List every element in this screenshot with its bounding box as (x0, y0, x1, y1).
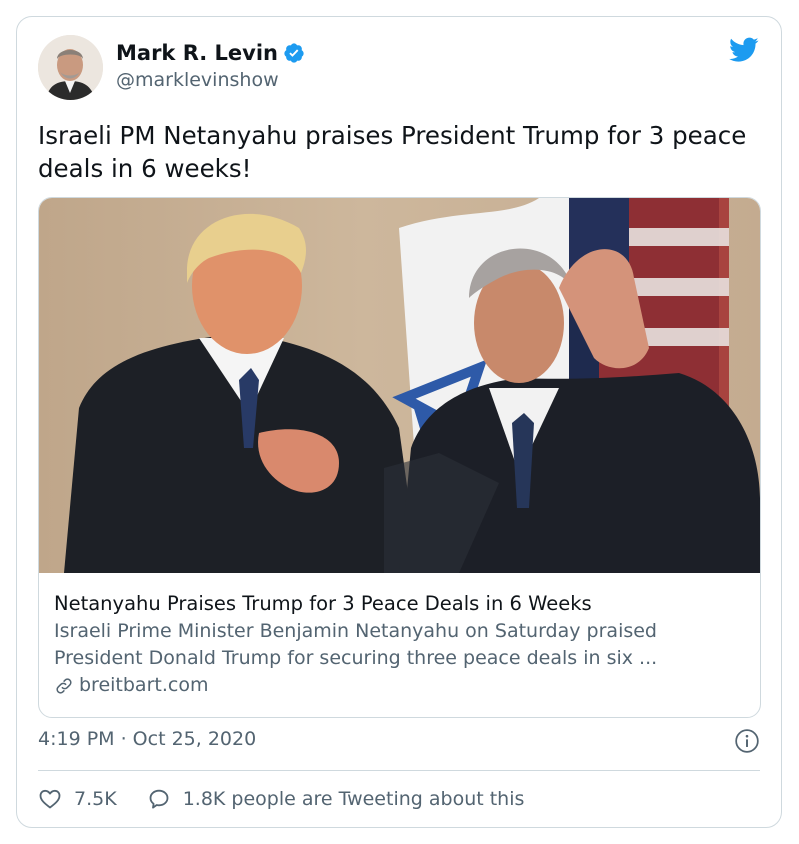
card-description-line: Israeli Prime Minister Benjamin Netanyah… (54, 620, 657, 642)
author-name[interactable]: Mark R. Levin (116, 41, 278, 65)
tweet-timestamp[interactable]: 4:19 PM · Oct 25, 2020 (38, 728, 256, 750)
link-preview-card[interactable]: Netanyahu Praises Trump for 3 Peace Deal… (38, 197, 761, 718)
reply-button[interactable]: 1.8K people are Tweeting about this (147, 787, 525, 811)
reply-text: 1.8K people are Tweeting about this (182, 788, 525, 810)
divider (38, 770, 760, 771)
card-domain-text[interactable]: breitbart.com (79, 672, 208, 699)
action-bar: 7.5K 1.8K people are Tweeting about this (38, 787, 554, 811)
card-description-line: President Donald Trump for securing thre… (54, 647, 658, 669)
speech-bubble-icon (149, 789, 169, 809)
card-image (39, 198, 760, 573)
info-icon[interactable] (734, 728, 760, 754)
link-icon (56, 677, 72, 694)
twitter-bird-icon[interactable] (729, 37, 759, 63)
like-button[interactable]: 7.5K (38, 787, 117, 811)
card-title[interactable]: Netanyahu Praises Trump for 3 Peace Deal… (54, 590, 745, 617)
verified-badge-icon (284, 43, 304, 63)
heart-icon (39, 789, 61, 809)
author-handle[interactable]: @marklevinshow (116, 69, 279, 91)
avatar[interactable] (38, 35, 103, 100)
card-description: Israeli Prime Minister Benjamin Netanyah… (54, 618, 745, 672)
like-count: 7.5K (74, 788, 117, 810)
tweet-card[interactable]: Mark R. Levin @marklevinshow Israeli PM … (16, 16, 782, 828)
card-domain[interactable]: breitbart.com (54, 672, 745, 699)
tweet-text: Israeli PM Netanyahu praises President T… (38, 121, 747, 183)
